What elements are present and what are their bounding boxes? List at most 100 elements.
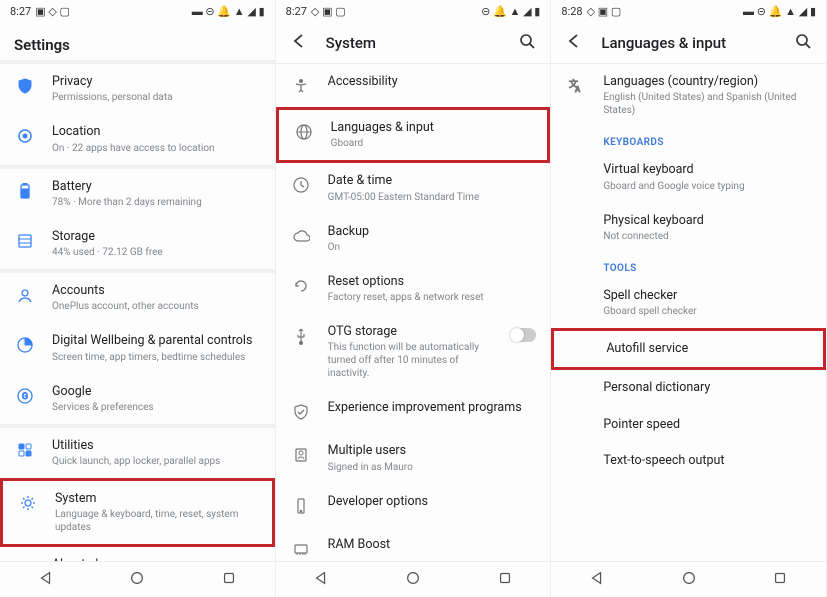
item-google[interactable]: GoogleServices & preferences <box>0 374 275 424</box>
ram-icon <box>290 538 312 560</box>
item-location[interactable]: LocationOn · 22 apps have access to loca… <box>0 114 275 164</box>
storage-icon <box>14 230 36 252</box>
item-otg[interactable]: OTG storageThis function will be automat… <box>276 314 551 390</box>
status-time: 8:27 <box>10 5 31 18</box>
system-screen: 8:27 ◇ ▣ ▢ ⊝ 🔔 ▲ ◢ ▮ System Accessibilit… <box>276 0 552 597</box>
label: RAM Boost <box>328 537 537 553</box>
utilities-icon <box>14 439 36 461</box>
back-button[interactable] <box>290 32 308 53</box>
nav-recent[interactable] <box>772 570 788 589</box>
nav-bar <box>0 561 275 597</box>
sub: 44% used · 72.12 GB free <box>52 246 261 259</box>
status-bar: 8:27 ◇ ▣ ▢ ⊝ 🔔 ▲ ◢ ▮ <box>276 0 551 22</box>
sub: Gboard and Google voice typing <box>603 180 812 193</box>
account-icon <box>14 284 36 306</box>
label: Spell checker <box>603 288 812 304</box>
label: Google <box>52 384 261 400</box>
item-spell-checker[interactable]: Spell checkerGboard spell checker <box>551 278 826 328</box>
item-reset[interactable]: Reset optionsFactory reset, apps & netwo… <box>276 264 551 314</box>
nav-back[interactable] <box>313 570 329 589</box>
label: Privacy <box>52 74 261 90</box>
page-title: System <box>326 34 376 52</box>
nav-back[interactable] <box>589 570 605 589</box>
item-virtual-keyboard[interactable]: Virtual keyboard Gboard and Google voice … <box>551 152 826 202</box>
sub: Permissions, personal data <box>52 91 261 104</box>
item-experience[interactable]: Experience improvement programs <box>276 390 551 433</box>
shield-icon <box>290 401 312 423</box>
sub: On · 22 apps have access to location <box>52 142 261 155</box>
back-button[interactable] <box>565 32 583 53</box>
wellbeing-icon <box>14 334 36 356</box>
sub: OnePlus account, other accounts <box>52 300 261 313</box>
item-backup[interactable]: BackupOn <box>276 214 551 264</box>
otg-toggle[interactable] <box>510 328 536 342</box>
system-icon <box>17 492 39 514</box>
label: Experience improvement programs <box>328 400 537 416</box>
item-developer[interactable]: Developer options <box>276 484 551 527</box>
item-tts[interactable]: Text-to-speech output <box>551 443 826 479</box>
usb-icon <box>290 325 312 347</box>
languages-list: Languages (country/region)English (Unite… <box>551 64 826 561</box>
sub: 78% · More than 2 days remaining <box>52 196 261 209</box>
item-languages-region[interactable]: Languages (country/region)English (Unite… <box>551 64 826 127</box>
sub: Not connected <box>603 230 812 243</box>
item-languages-input[interactable]: Languages & inputGboard <box>276 107 551 163</box>
sub: Language & keyboard, time, reset, system… <box>55 508 258 534</box>
nav-home[interactable] <box>681 570 697 589</box>
google-icon <box>14 385 36 407</box>
status-icons-left: ◇ ▣ ▢ <box>587 5 622 18</box>
sub: This function will be automatically turn… <box>328 341 495 380</box>
nav-recent[interactable] <box>221 570 237 589</box>
item-ram[interactable]: RAM Boost <box>276 527 551 562</box>
item-battery[interactable]: Battery78% · More than 2 days remaining <box>0 169 275 219</box>
item-pointer-speed[interactable]: Pointer speed <box>551 407 826 443</box>
cloud-icon <box>290 225 312 247</box>
app-bar: Languages & input <box>551 22 826 64</box>
sub: On <box>328 241 537 254</box>
search-button[interactable] <box>518 32 536 53</box>
label: Backup <box>328 224 537 240</box>
settings-list: PrivacyPermissions, personal data Locati… <box>0 60 275 561</box>
nav-back[interactable] <box>38 570 54 589</box>
item-physical-keyboard[interactable]: Physical keyboardNot connected <box>551 203 826 253</box>
nav-bar <box>551 561 826 597</box>
item-about[interactable]: About phoneSNAKE <box>0 547 275 561</box>
item-privacy[interactable]: PrivacyPermissions, personal data <box>0 64 275 114</box>
system-list: Accessibility Languages & inputGboard Da… <box>276 64 551 561</box>
label: Personal dictionary <box>603 380 812 396</box>
item-date-time[interactable]: Date & timeGMT-05:00 Eastern Standard Ti… <box>276 163 551 213</box>
item-personal-dictionary[interactable]: Personal dictionary <box>551 370 826 406</box>
status-bar: 8:28 ◇ ▣ ▢ ▬ ⊝ 🔔 ▲ ◢ ▮ <box>551 0 826 22</box>
item-utilities[interactable]: UtilitiesQuick launch, app locker, paral… <box>0 428 275 478</box>
label: Languages & input <box>331 120 534 136</box>
app-bar: System <box>276 22 551 64</box>
label: Accounts <box>52 283 261 299</box>
nav-recent[interactable] <box>497 570 513 589</box>
item-wellbeing[interactable]: Digital Wellbeing & parental controlsScr… <box>0 323 275 373</box>
accessibility-icon <box>290 75 312 97</box>
shield-icon <box>14 75 36 97</box>
page-title: Languages & input <box>601 34 726 52</box>
nav-home[interactable] <box>129 570 145 589</box>
label: Text-to-speech output <box>603 453 812 469</box>
settings-screen: 8:27 ▣ ◇ ▢ ▬ ⊝ 🔔 ▲ ◢ ▮ Settings PrivacyP… <box>0 0 276 597</box>
sub: Services & preferences <box>52 401 261 414</box>
label: Date & time <box>328 173 537 189</box>
item-accessibility[interactable]: Accessibility <box>276 64 551 107</box>
sub: Gboard <box>331 137 534 150</box>
item-storage[interactable]: Storage44% used · 72.12 GB free <box>0 219 275 269</box>
sub: English (United States) and Spanish (Uni… <box>603 91 812 117</box>
label: Virtual keyboard <box>603 162 812 178</box>
nav-home[interactable] <box>405 570 421 589</box>
item-accounts[interactable]: AccountsOnePlus account, other accounts <box>0 273 275 323</box>
item-system[interactable]: SystemLanguage & keyboard, time, reset, … <box>0 478 275 547</box>
nav-bar <box>276 561 551 597</box>
label: Physical keyboard <box>603 213 812 229</box>
sub: Quick launch, app locker, parallel apps <box>52 455 261 468</box>
item-multiple-users[interactable]: Multiple usersSigned in as Mauro <box>276 433 551 483</box>
languages-input-screen: 8:28 ◇ ▣ ▢ ▬ ⊝ 🔔 ▲ ◢ ▮ Languages & input… <box>551 0 827 597</box>
item-autofill-service[interactable]: Autofill service <box>551 328 826 370</box>
search-button[interactable] <box>794 32 812 53</box>
status-icons-left: ◇ ▣ ▢ <box>311 5 346 18</box>
clock-icon <box>290 174 312 196</box>
